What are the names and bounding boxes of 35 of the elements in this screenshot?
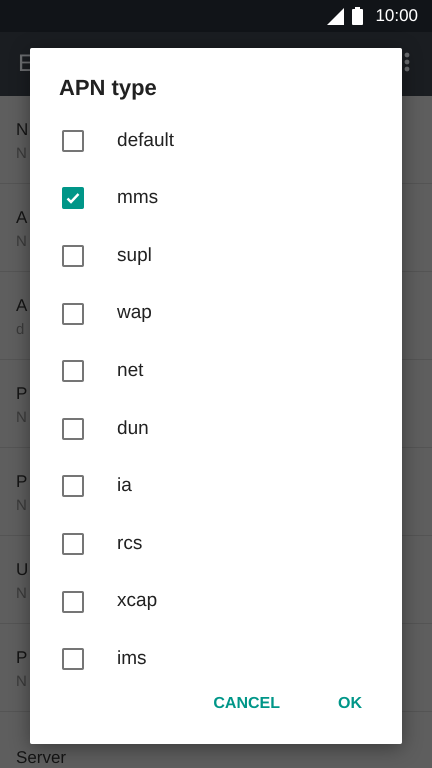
signal-icon bbox=[327, 8, 344, 24]
status-time: 10:00 bbox=[375, 5, 418, 28]
option-label[interactable]: supl bbox=[117, 242, 152, 270]
ok-button[interactable]: OK bbox=[326, 684, 374, 724]
option-label[interactable]: dun bbox=[117, 414, 149, 444]
setting-title: P bbox=[16, 384, 28, 404]
setting-title: U bbox=[16, 560, 28, 580]
option-label[interactable]: net bbox=[117, 356, 144, 386]
checkbox[interactable] bbox=[62, 648, 84, 670]
option-label[interactable]: rcs bbox=[117, 530, 142, 558]
cancel-button[interactable]: CANCEL bbox=[201, 684, 292, 724]
setting-title: A bbox=[16, 208, 28, 228]
checkbox[interactable] bbox=[62, 302, 84, 325]
setting-title: A bbox=[16, 296, 28, 316]
more-options-icon[interactable] bbox=[404, 52, 410, 72]
checkbox[interactable] bbox=[62, 475, 84, 498]
checkbox[interactable] bbox=[62, 244, 84, 267]
checkbox[interactable] bbox=[62, 532, 84, 555]
dialog-title: APN type bbox=[58, 74, 158, 102]
setting-title: N bbox=[16, 120, 28, 140]
option-label[interactable]: mms bbox=[117, 184, 158, 213]
option-label[interactable]: ia bbox=[117, 472, 132, 501]
checkbox[interactable] bbox=[62, 418, 84, 440]
option-label[interactable]: wap bbox=[117, 299, 152, 328]
option-label[interactable]: xcap bbox=[117, 587, 158, 616]
checkbox[interactable] bbox=[62, 187, 84, 210]
checkbox[interactable] bbox=[62, 360, 84, 382]
setting-title: P bbox=[16, 648, 28, 668]
option-label[interactable]: ims bbox=[117, 644, 147, 674]
setting-title: Server bbox=[16, 748, 66, 768]
checkbox[interactable] bbox=[62, 130, 84, 152]
battery-icon bbox=[352, 7, 364, 25]
setting-title: P bbox=[16, 472, 28, 492]
checkbox[interactable] bbox=[62, 590, 84, 613]
option-label[interactable]: default bbox=[117, 126, 174, 156]
